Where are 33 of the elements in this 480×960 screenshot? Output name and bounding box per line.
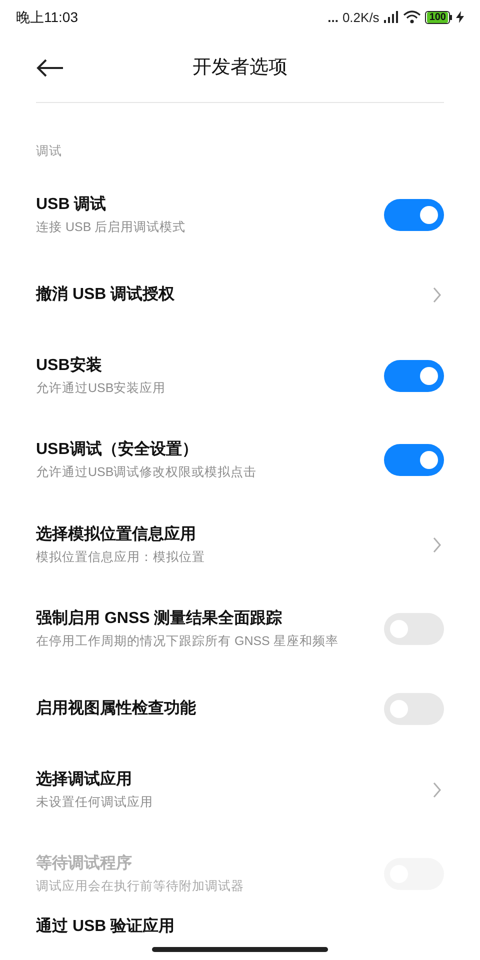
- setting-title: 通过 USB 验证应用: [36, 916, 175, 938]
- charging-icon: [456, 11, 464, 24]
- page-title: 开发者选项: [192, 56, 288, 80]
- chevron-right-icon: [432, 286, 442, 304]
- setting-description: 在停用工作周期的情况下跟踪所有 GNSS 星座和频率: [36, 632, 338, 650]
- setting-description: 未设置任何调试应用: [36, 794, 153, 812]
- setting-title: 选择调试应用: [36, 769, 133, 790]
- battery-indicator: 100: [425, 10, 452, 24]
- setting-title: USB调试（安全设置）: [36, 439, 199, 460]
- setting-description: 模拟位置信息应用：模拟位置: [36, 548, 205, 566]
- setting-title: 启用视图属性检查功能: [36, 698, 196, 720]
- status-dots: ...: [328, 8, 338, 27]
- network-speed: 0.2K/s: [342, 8, 380, 27]
- toggle-switch[interactable]: [384, 198, 444, 231]
- setting-description: 连接 USB 后启用调试模式: [36, 218, 186, 236]
- setting-title: USB 调试: [36, 194, 108, 215]
- setting-title: 等待调试程序: [36, 853, 133, 874]
- back-arrow-icon[interactable]: [36, 59, 64, 78]
- setting-title: 强制启用 GNSS 测量结果全面跟踪: [36, 608, 284, 629]
- setting-title: 选择模拟位置信息应用: [36, 524, 197, 544]
- setting-title: USB安装: [36, 355, 103, 376]
- toggle-switch[interactable]: [384, 444, 444, 476]
- chevron-right-icon: [432, 781, 442, 800]
- status-time: 晚上11:03: [16, 8, 78, 27]
- section-header: 调试: [36, 143, 62, 160]
- setting-description: 允许通过USB调试修改权限或模拟点击: [36, 464, 257, 482]
- chevron-right-icon: [432, 536, 442, 554]
- wifi-icon: [403, 10, 422, 24]
- signal-icon: [383, 10, 400, 24]
- setting-description: 调试应用会在执行前等待附加调试器: [36, 878, 244, 896]
- toggle-switch[interactable]: [384, 360, 444, 392]
- setting-description: 允许通过USB安装应用: [36, 380, 166, 398]
- setting-title: 撤消 USB 调试授权: [36, 284, 175, 306]
